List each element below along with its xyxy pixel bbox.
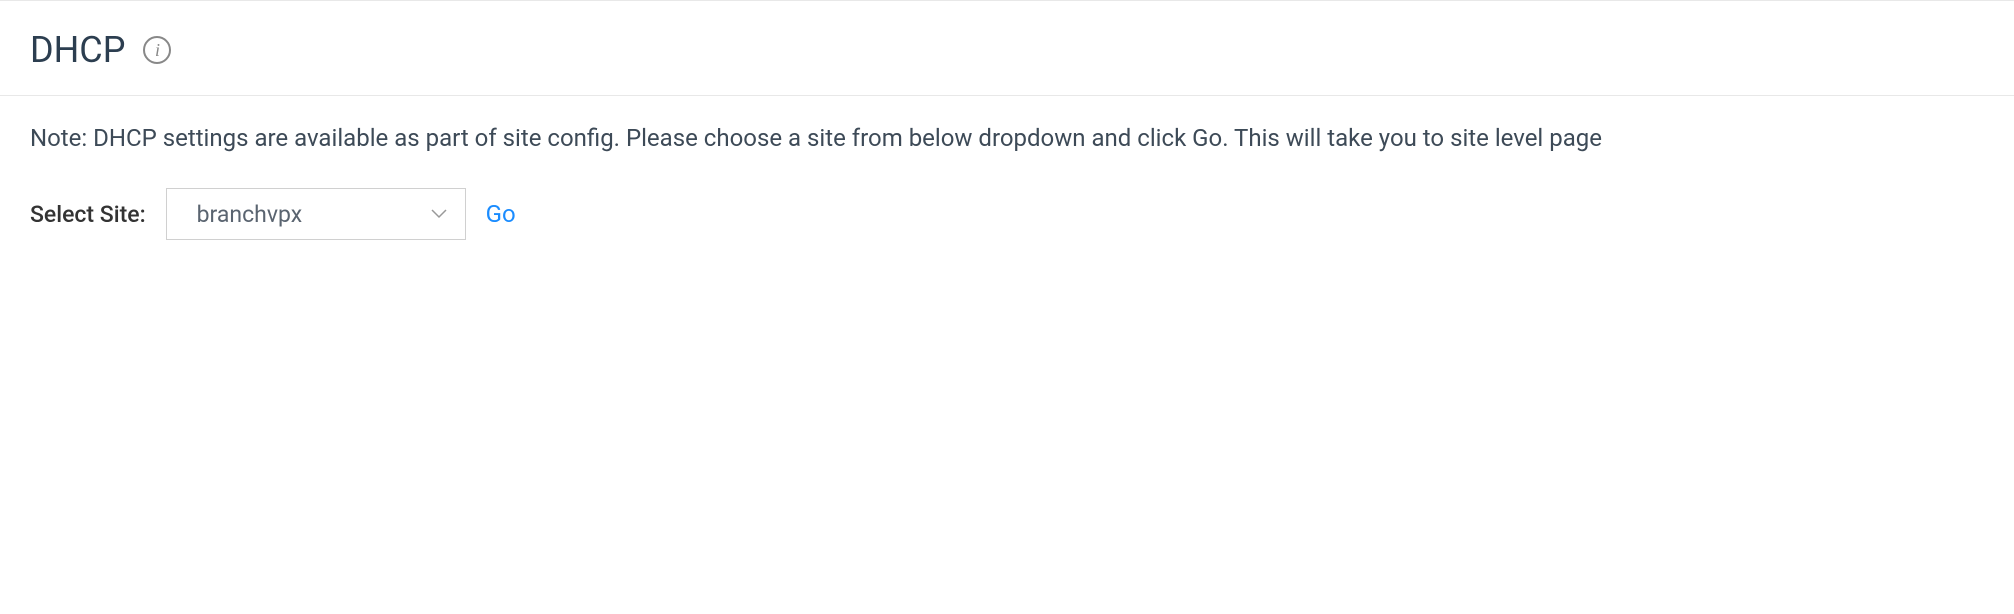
site-dropdown[interactable]: branchvpx bbox=[166, 188, 466, 240]
go-button[interactable]: Go bbox=[486, 200, 516, 228]
site-dropdown-value: branchvpx bbox=[197, 201, 302, 228]
chevron-down-icon bbox=[431, 206, 447, 222]
select-site-row: Select Site: branchvpx Go bbox=[30, 188, 1984, 240]
content-area: Note: DHCP settings are available as par… bbox=[0, 96, 2014, 268]
select-site-label: Select Site: bbox=[30, 201, 146, 228]
info-icon[interactable]: i bbox=[143, 36, 171, 64]
page-header: DHCP i bbox=[0, 0, 2014, 96]
note-text: Note: DHCP settings are available as par… bbox=[30, 124, 1984, 152]
info-icon-glyph: i bbox=[155, 41, 160, 59]
page-title: DHCP bbox=[30, 29, 125, 71]
